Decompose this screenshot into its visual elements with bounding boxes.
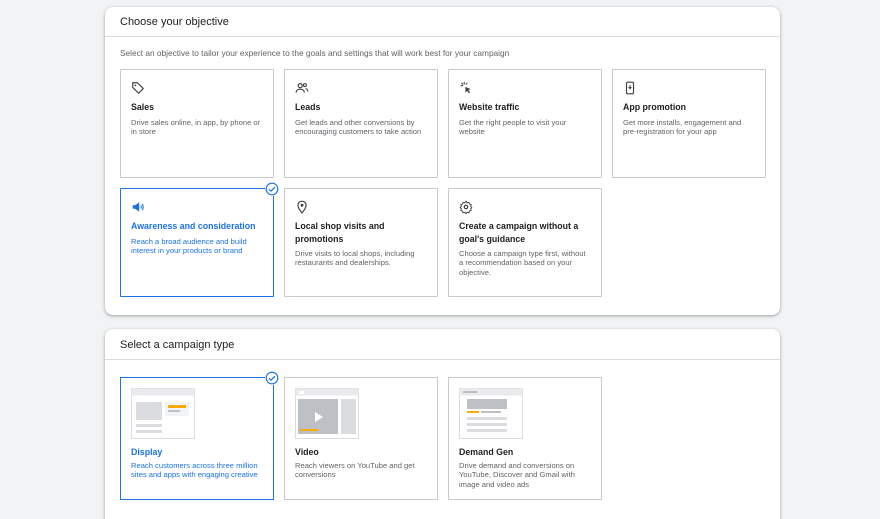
objective-card-website-traffic[interactable]: Website traffic Get the right people to … [448, 69, 602, 178]
objective-card-local-shop[interactable]: Local shop visits and promotions Drive v… [284, 188, 438, 297]
campaign-type-card-video[interactable]: Video Reach viewers on YouTube and get c… [284, 377, 438, 500]
megaphone-icon [132, 202, 144, 212]
objective-card-desc: Get the right people to visit your websi… [459, 117, 567, 136]
check-circle-icon [265, 182, 279, 196]
objective-card-awareness[interactable]: Awareness and consideration Reach a broa… [120, 182, 279, 297]
check-circle-icon [265, 371, 279, 385]
campaign-type-card-demand-gen[interactable]: Demand Gen Drive demand and conversions … [448, 377, 602, 500]
campaign-type-card-desc: Reach customers across three million sit… [131, 461, 258, 480]
objective-card-leads[interactable]: Leads Get leads and other conversions by… [284, 69, 438, 178]
demand-gen-thumbnail-icon [459, 388, 523, 439]
objective-card-desc: Get more installs, engagement and pre-re… [623, 117, 742, 136]
tag-icon [132, 82, 144, 94]
objective-card-desc: Choose a campaign type first, without a … [459, 249, 586, 277]
objective-card-title: App promotion [623, 102, 687, 112]
campaign-type-card-display[interactable]: Display Reach customers across three mil… [120, 371, 279, 500]
objective-card-title: Awareness and consideration [131, 221, 256, 231]
objective-card-title: Create a campaign without a goal's guida… [459, 221, 579, 244]
objective-card-no-goal[interactable]: Create a campaign without a goal's guida… [448, 188, 602, 297]
campaign-type-card-title: Display [131, 447, 163, 457]
objective-card-desc: Drive sales online, in app, by phone or … [131, 117, 261, 136]
video-thumbnail-icon [295, 388, 359, 439]
campaign-type-card-title: Video [295, 447, 319, 457]
location-pin-icon [297, 200, 307, 214]
objective-section-subtitle: Select an objective to tailor your exper… [120, 48, 510, 58]
objective-panel: Choose your objective Select an objectiv… [105, 7, 780, 315]
objective-card-sales[interactable]: Sales Drive sales online, in app, by pho… [120, 69, 274, 178]
objective-card-title: Local shop visits and promotions [295, 221, 385, 244]
objective-card-desc: Drive visits to local shops, including r… [295, 249, 415, 268]
objective-card-desc: Get leads and other conversions by encou… [295, 117, 422, 136]
campaign-type-card-desc: Reach viewers on YouTube and get convers… [295, 461, 415, 480]
objective-card-app-promotion[interactable]: App promotion Get more installs, engagem… [612, 69, 766, 178]
objective-card-desc: Reach a broad audience and build interes… [131, 236, 247, 255]
campaign-type-card-desc: Drive demand and conversions on YouTube,… [459, 461, 575, 489]
people-icon [295, 83, 309, 93]
objective-card-title: Sales [131, 102, 154, 112]
campaign-type-section-title: Select a campaign type [105, 329, 780, 360]
campaign-type-panel: Select a campaign type Display Reach cus… [105, 329, 780, 519]
display-thumbnail-icon [131, 388, 195, 439]
objective-section-title: Choose your objective [105, 7, 780, 37]
gear-icon [459, 200, 473, 214]
cursor-click-icon [460, 82, 471, 94]
objective-card-title: Website traffic [459, 102, 520, 112]
phone-icon [625, 81, 635, 95]
campaign-type-card-title: Demand Gen [459, 447, 514, 457]
objective-card-title: Leads [295, 102, 321, 112]
